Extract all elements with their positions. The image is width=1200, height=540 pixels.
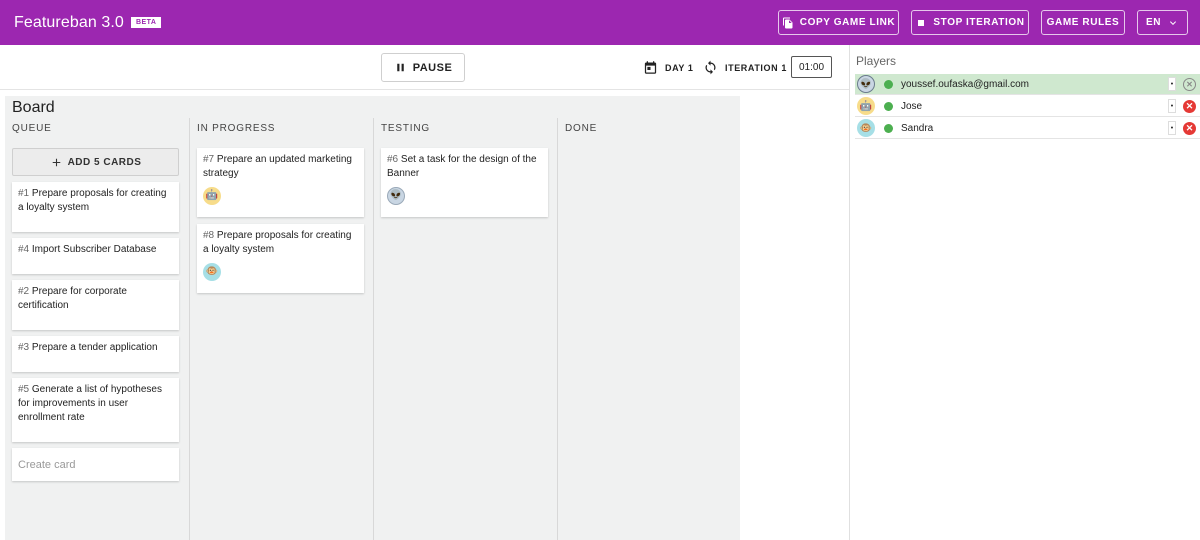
card-text: Set a task for the design of the Banner — [387, 154, 537, 179]
card-text: Prepare proposals for creating a loyalty… — [203, 230, 352, 255]
copy-game-link-label: COPY GAME LINK — [799, 17, 896, 28]
board: Board QUEUE ADD 5 CARDS #1 Prepare propo… — [0, 90, 849, 540]
game-rules-button[interactable]: GAME RULES — [1041, 10, 1125, 35]
player-name: Jose — [901, 100, 923, 112]
player-row[interactable]: 🐵 Sandra • ✕ — [855, 118, 1200, 139]
pause-label: PAUSE — [412, 61, 453, 74]
day-label: DAY 1 — [665, 62, 694, 73]
card[interactable]: #1 Prepare proposals for creating a loya… — [12, 182, 179, 232]
column-testing: TESTING #6 Set a task for the design of … — [373, 118, 557, 540]
card-text: Prepare an updated marketing strategy — [203, 154, 352, 179]
card-text: Generate a list of hypotheses for improv… — [18, 384, 162, 423]
sync-icon — [705, 60, 716, 75]
online-status-dot — [884, 101, 893, 111]
copy-icon — [782, 17, 793, 28]
card[interactable]: #5 Generate a list of hypotheses for imp… — [12, 378, 179, 442]
card-text: Import Subscriber Database — [31, 244, 157, 255]
app-header: Featureban 3.0 BETA COPY GAME LINK STOP … — [0, 0, 1200, 45]
alien-avatar: 👽 — [857, 75, 875, 93]
pause-button[interactable]: PAUSE — [381, 53, 465, 82]
beta-badge: BETA — [130, 17, 162, 28]
iteration-indicator: ITERATION 1 — [703, 60, 787, 75]
iteration-label: ITERATION 1 — [725, 62, 787, 73]
add-cards-label: ADD 5 CARDS — [67, 156, 142, 168]
player-row[interactable]: 👽 youssef.oufaska@gmail.com • ✕ — [855, 74, 1200, 95]
column-done: DONE — [557, 118, 740, 540]
player-name: youssef.oufaska@gmail.com — [901, 78, 1029, 90]
player-name: Sandra — [901, 122, 934, 134]
player-mark: • — [1168, 99, 1176, 113]
players-title: Players — [856, 54, 897, 68]
player-mark: • — [1168, 121, 1176, 135]
monkey-avatar: 🐵 — [857, 119, 875, 137]
create-card-input[interactable]: Create card — [12, 448, 179, 481]
copy-game-link-button[interactable]: COPY GAME LINK — [778, 10, 899, 35]
board-area: Board QUEUE ADD 5 CARDS #1 Prepare propo… — [5, 96, 740, 540]
column-queue: QUEUE ADD 5 CARDS #1 Prepare proposals f… — [5, 118, 189, 540]
card-text: Prepare for corporate certification — [18, 286, 127, 311]
board-title: Board — [12, 99, 55, 116]
card-number: #5 — [18, 384, 30, 395]
language-label: EN — [1145, 17, 1162, 28]
card-text: Prepare proposals for creating a loyalty… — [18, 188, 167, 213]
card-number: #2 — [18, 286, 30, 297]
robot-avatar: 🤖 — [857, 97, 875, 115]
card[interactable]: #2 Prepare for corporate certification — [12, 280, 179, 330]
column-title-queue: QUEUE — [12, 123, 52, 134]
pause-icon — [396, 63, 404, 72]
app-title: Featureban 3.0 — [14, 13, 124, 31]
player-mark: • — [1168, 77, 1176, 91]
card-number: #4 — [18, 244, 30, 255]
add-cards-button[interactable]: ADD 5 CARDS — [12, 148, 179, 176]
card-text: Prepare a tender application — [31, 342, 158, 353]
players-panel: Players 👽 youssef.oufaska@gmail.com • ✕ … — [849, 45, 1200, 540]
card[interactable]: #4 Import Subscriber Database — [12, 238, 179, 274]
alien-avatar: 👽 — [387, 187, 405, 205]
remove-player-icon[interactable]: ✕ — [1183, 100, 1196, 113]
stop-iteration-label: STOP ITERATION — [933, 17, 1025, 28]
chevron-down-icon — [1170, 20, 1177, 25]
card-number: #3 — [18, 342, 30, 353]
column-title-testing: TESTING — [381, 123, 430, 134]
card-number: #1 — [18, 188, 30, 199]
monkey-avatar: 🐵 — [203, 263, 221, 281]
language-select[interactable]: EN — [1137, 10, 1188, 35]
calendar-icon — [644, 61, 657, 74]
stop-icon — [918, 19, 925, 26]
remove-player-icon[interactable]: ✕ — [1183, 78, 1196, 91]
online-status-dot — [884, 123, 893, 133]
card[interactable]: #7 Prepare an updated marketing strategy… — [197, 148, 364, 217]
robot-avatar: 🤖 — [203, 187, 221, 205]
column-title-in-progress: IN PROGRESS — [197, 123, 276, 134]
card-number: #6 — [387, 154, 399, 165]
player-row[interactable]: 🤖 Jose • ✕ — [855, 96, 1200, 117]
column-in-progress: IN PROGRESS #7 Prepare an updated market… — [189, 118, 373, 540]
timer-display: 01:00 — [791, 56, 832, 78]
column-title-done: DONE — [565, 123, 598, 134]
card[interactable]: #8 Prepare proposals for creating a loya… — [197, 224, 364, 293]
game-rules-label: GAME RULES — [1046, 17, 1120, 28]
card-number: #7 — [203, 154, 215, 165]
plus-icon — [52, 158, 60, 166]
day-indicator: DAY 1 — [643, 60, 694, 75]
online-status-dot — [884, 79, 893, 89]
card[interactable]: #6 Set a task for the design of the Bann… — [381, 148, 548, 217]
remove-player-icon[interactable]: ✕ — [1183, 122, 1196, 135]
stop-iteration-button[interactable]: STOP ITERATION — [911, 10, 1029, 35]
game-toolbar: PAUSE DAY 1 ITERATION 1 01:00 — [0, 45, 849, 90]
card-number: #8 — [203, 230, 215, 241]
card[interactable]: #3 Prepare a tender application — [12, 336, 179, 372]
